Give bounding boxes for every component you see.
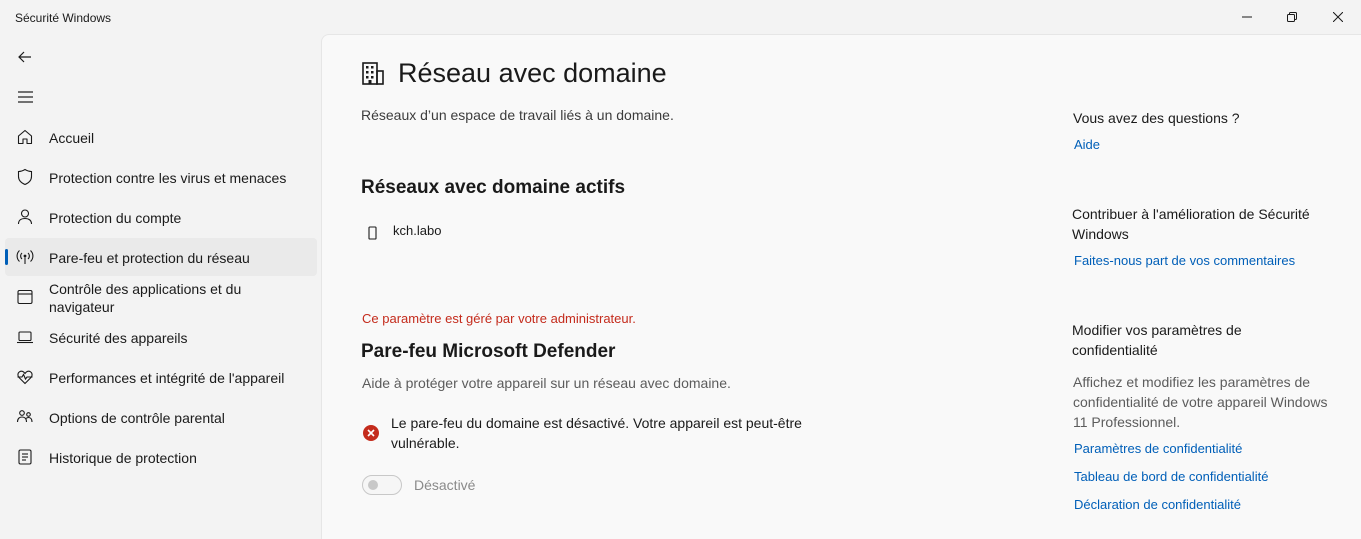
sidebar-item-device-performance[interactable]: Performances et intégrité de l'appareil — [5, 358, 317, 396]
minimize-button[interactable] — [1224, 0, 1270, 34]
sidebar-item-account-protection[interactable]: Protection du compte — [5, 198, 317, 236]
sidebar-item-label: Protection du compte — [49, 210, 182, 226]
active-networks-heading: Réseaux avec domaine actifs — [361, 177, 626, 198]
network-device-icon — [368, 226, 377, 240]
back-arrow-icon — [18, 51, 31, 63]
shield-icon — [17, 168, 33, 186]
sidebar-item-label: Pare-feu et protection du réseau — [49, 250, 250, 266]
family-icon — [16, 410, 33, 423]
network-name: kch.labo — [393, 223, 442, 238]
app-title: Sécurité Windows — [15, 11, 112, 25]
questions-heading: Vous avez des questions ? — [1073, 110, 1240, 126]
error-x-icon — [363, 425, 379, 441]
sidebar-item-label: Historique de protection — [49, 450, 197, 466]
hamburger-menu-icon — [17, 91, 33, 103]
close-icon — [1333, 12, 1343, 22]
firewall-toggle[interactable] — [362, 475, 402, 495]
privacy-settings-link[interactable]: Paramètres de confidentialité — [1074, 441, 1242, 456]
privacy-statement-link[interactable]: Déclaration de confidentialité — [1074, 497, 1241, 512]
minimize-icon — [1242, 16, 1252, 18]
feedback-heading: Contribuer à l'amélioration de Sécurité … — [1072, 206, 1310, 242]
page-description: Réseaux d’un espace de travail liés à un… — [361, 107, 674, 123]
sidebar-item-firewall[interactable]: Pare-feu et protection du réseau — [5, 238, 317, 276]
sidebar-item-label: Accueil — [49, 130, 95, 146]
building-icon — [362, 62, 384, 85]
sidebar-item-label: Performances et intégrité de l'appareil — [49, 370, 285, 386]
history-icon — [18, 449, 32, 465]
sidebar-item-app-browser-control[interactable]: Contrôle des applications et du navigate… — [5, 278, 317, 316]
laptop-icon — [17, 331, 33, 344]
restore-icon — [1287, 12, 1297, 22]
restore-button[interactable] — [1269, 0, 1315, 34]
sidebar-item-label: Protection contre les virus et menaces — [49, 170, 287, 186]
privacy-heading: Modifier vos paramètres de confidentiali… — [1072, 322, 1242, 358]
toggle-knob — [368, 480, 378, 490]
wireless-antenna-icon — [16, 250, 34, 264]
firewall-toggle-label: Désactivé — [414, 477, 476, 493]
sidebar-item-label: Contrôle des applications et du navigate… — [49, 281, 242, 315]
person-icon — [17, 209, 33, 225]
menu-button[interactable] — [10, 82, 40, 112]
firewall-description: Aide à protéger votre appareil sur un ré… — [362, 375, 731, 391]
sidebar-item-label: Sécurité des appareils — [49, 330, 188, 346]
privacy-description: Affichez et modifiez les paramètres de c… — [1073, 374, 1328, 430]
sidebar-item-accueil[interactable]: Accueil — [5, 118, 317, 156]
selection-indicator — [5, 249, 8, 265]
sidebar-item-family-options[interactable]: Options de contrôle parental — [5, 398, 317, 436]
admin-managed-notice: Ce paramètre est géré par votre administ… — [362, 311, 636, 326]
app-window: Sécurité Windows Accueil Protection cont… — [0, 0, 1361, 539]
close-button[interactable] — [1315, 0, 1361, 34]
title-bar: Sécurité Windows — [0, 0, 1361, 34]
back-button[interactable] — [10, 42, 40, 72]
help-link[interactable]: Aide — [1074, 137, 1100, 152]
heart-pulse-icon — [17, 370, 33, 385]
sidebar-item-protection-history[interactable]: Historique de protection — [5, 438, 317, 476]
page-title: Réseau avec domaine — [398, 58, 667, 88]
firewall-warning-text: Le pare-feu du domaine est désactivé. Vo… — [391, 415, 802, 451]
feedback-link[interactable]: Faites-nous part de vos commentaires — [1074, 253, 1295, 268]
firewall-heading: Pare-feu Microsoft Defender — [361, 341, 616, 362]
sidebar-item-virus-protection[interactable]: Protection contre les virus et menaces — [5, 158, 317, 196]
app-window-icon — [17, 289, 33, 305]
sidebar-item-label: Options de contrôle parental — [49, 410, 225, 426]
home-icon — [17, 129, 33, 145]
privacy-dashboard-link[interactable]: Tableau de bord de confidentialité — [1074, 469, 1268, 484]
sidebar-item-device-security[interactable]: Sécurité des appareils — [5, 318, 317, 356]
